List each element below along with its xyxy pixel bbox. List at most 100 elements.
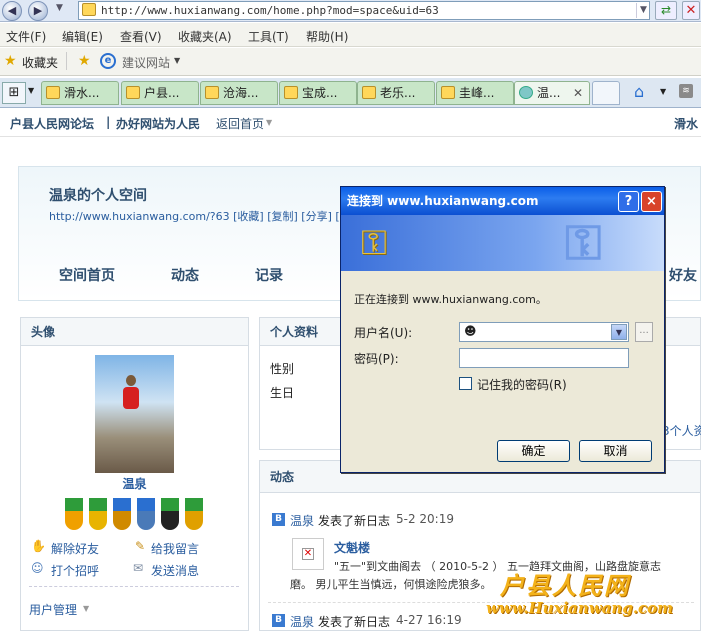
stop-icon[interactable]: ✕ (682, 1, 700, 20)
page-icon (82, 3, 96, 16)
nav-activity[interactable]: 动态 (171, 265, 199, 285)
tab-active[interactable]: 温... ✕ (514, 81, 590, 105)
banner-watermark-icon: ⚿ (565, 215, 602, 271)
blog-icon: B (272, 614, 285, 627)
browse-button[interactable]: ... (635, 322, 653, 342)
tab-2[interactable]: 户县... (121, 81, 199, 105)
watermark-url: www.Huxianwang.com (486, 599, 674, 617)
nav-records[interactable]: 记录 (255, 265, 283, 285)
tab-page-icon (46, 86, 60, 99)
back-button[interactable]: ◀ (2, 1, 22, 21)
medal-icon (185, 498, 203, 530)
favorites-button[interactable]: 收藏夹 (22, 54, 58, 71)
forward-button[interactable]: ▶ (28, 1, 48, 21)
tab-label: 户县... (144, 86, 180, 100)
quick-tabs-icon[interactable]: ⊞ (2, 82, 26, 104)
favorites-bar: ★ 收藏夹 ★ e 建议网站 ▼ (0, 48, 701, 76)
url-dropdown-icon[interactable]: ▼ (636, 3, 650, 18)
menu-help[interactable]: 帮助(H) (306, 28, 348, 45)
feed-post-title[interactable]: 文魁楼 (334, 539, 370, 556)
close-button[interactable]: × (641, 191, 662, 212)
feed-excerpt-line2: 磨。 男儿平生当慎远，何惧途险虎狼多。 (290, 578, 492, 591)
separator: | (106, 115, 111, 129)
tab-list-dropdown-icon[interactable]: ▼ (28, 86, 34, 95)
watermark-logo: 户县人民网 (500, 572, 630, 600)
tab-4[interactable]: 宝成... (279, 81, 357, 105)
space-url[interactable]: http://www.huxianwang.com/?63 (49, 210, 230, 223)
space-url-actions[interactable]: [收藏] [复制] [分享] [R (233, 210, 347, 223)
divider (66, 52, 67, 70)
unfriend-link[interactable]: 解除好友 (51, 540, 99, 557)
tab-close-icon[interactable]: ✕ (573, 82, 583, 104)
nav-friends[interactable]: 好友 (669, 265, 697, 285)
dialog-title: 连接到 www.huxianwang.com (347, 194, 539, 208)
rss-icon[interactable]: ≋ (679, 84, 693, 98)
pen-icon: ✎ (135, 539, 146, 553)
tab-page-icon (441, 86, 455, 99)
nav-space-home[interactable]: 空间首页 (59, 265, 115, 285)
suggested-dropdown-icon[interactable]: ▼ (174, 56, 180, 65)
avatar-panel: 头像 温泉 ✋ 解除好友 ✎ 给我留言 ☺ 打个招呼 ✉ 发送消息 用户管理 ▼ (20, 317, 249, 631)
user-icon: ☻ (464, 324, 477, 338)
remember-checkbox[interactable] (459, 377, 472, 390)
tab-5[interactable]: 老乐... (357, 81, 435, 105)
user-manage-link[interactable]: 用户管理 (29, 601, 77, 618)
ok-button[interactable]: 确定 (497, 440, 570, 462)
history-dropdown-icon[interactable]: ▼ (56, 3, 63, 13)
send-message-link[interactable]: 发送消息 (151, 562, 199, 579)
menu-bar: 文件(F) 编辑(E) 查看(V) 收藏夹(A) 工具(T) 帮助(H) (0, 23, 701, 47)
suggested-sites-button[interactable]: 建议网站 (122, 54, 170, 71)
menu-edit[interactable]: 编辑(E) (62, 28, 103, 45)
password-input[interactable] (459, 348, 629, 368)
username-label: 用户名(U): (354, 326, 413, 340)
user-manage-dropdown-icon[interactable]: ▼ (83, 604, 89, 613)
medal-icon (65, 498, 83, 530)
blog-icon: B (272, 513, 285, 526)
feed-user-link[interactable]: 温泉 (290, 613, 314, 630)
tab-label: 宝成... (302, 86, 338, 100)
tab-label: 滑水... (64, 86, 100, 100)
back-home-link[interactable]: 返回首页 (216, 115, 264, 132)
menu-tools[interactable]: 工具(T) (248, 28, 289, 45)
feed-action: 发表了新日志 (318, 615, 391, 629)
menu-favorites[interactable]: 收藏夹(A) (178, 28, 232, 45)
remember-label: 记住我的密码(R) (477, 378, 567, 392)
url-input[interactable]: http://www.huxianwang.com/home.php?mod=s… (78, 1, 650, 20)
message-icon: ✉ (133, 561, 144, 575)
refresh-icon[interactable]: ⇄ (655, 1, 677, 20)
forum-title-link[interactable]: 户县人民网论坛 (10, 115, 94, 132)
new-tab-button[interactable] (592, 81, 620, 105)
more-profile-link[interactable]: 3个人资 (662, 422, 701, 439)
username-combobox[interactable]: ☻ ▼ (459, 322, 629, 342)
combobox-dropdown-icon[interactable]: ▼ (611, 324, 627, 340)
menu-view[interactable]: 查看(V) (120, 28, 162, 45)
leave-message-link[interactable]: 给我留言 (151, 540, 199, 557)
avatar[interactable] (95, 355, 174, 473)
tab-page-icon (362, 86, 376, 99)
home-dropdown-icon[interactable]: ▼ (660, 87, 666, 96)
tab-label: 沧海... (223, 86, 259, 100)
medal-icon (113, 498, 131, 530)
greet-link[interactable]: 打个招呼 (51, 562, 99, 579)
slogan: 办好网站为人民 (116, 117, 201, 131)
feed-user-link[interactable]: 温泉 (290, 512, 314, 529)
help-button[interactable]: ? (618, 191, 639, 212)
current-user-link[interactable]: 滑水 (674, 115, 698, 132)
feed-action: 发表了新日志 (318, 514, 391, 528)
tab-3[interactable]: 沧海... (200, 81, 278, 105)
tab-1[interactable]: 滑水... (41, 81, 119, 105)
greet-icon: ☺ (31, 561, 44, 575)
add-favorite-icon[interactable]: ★ (78, 53, 91, 69)
avatar-head (126, 375, 136, 386)
menu-file[interactable]: 文件(F) (6, 28, 46, 45)
cancel-button[interactable]: 取消 (579, 440, 652, 462)
back-home-dropdown-icon[interactable]: ▼ (266, 118, 272, 127)
keys-icon: ⚿ (361, 223, 387, 263)
tab-6[interactable]: 圭峰... (436, 81, 514, 105)
handshake-icon: ✋ (31, 539, 46, 553)
tab-page-icon (126, 86, 140, 99)
username[interactable]: 温泉 (21, 475, 248, 492)
home-icon[interactable]: ⌂ (634, 82, 644, 101)
login-dialog: 连接到 www.huxianwang.com ? × ⚿ ⚿ 正在连接到 www… (340, 186, 665, 473)
connecting-text: 正在连接到 www.huxianwang.com。 (354, 293, 547, 306)
